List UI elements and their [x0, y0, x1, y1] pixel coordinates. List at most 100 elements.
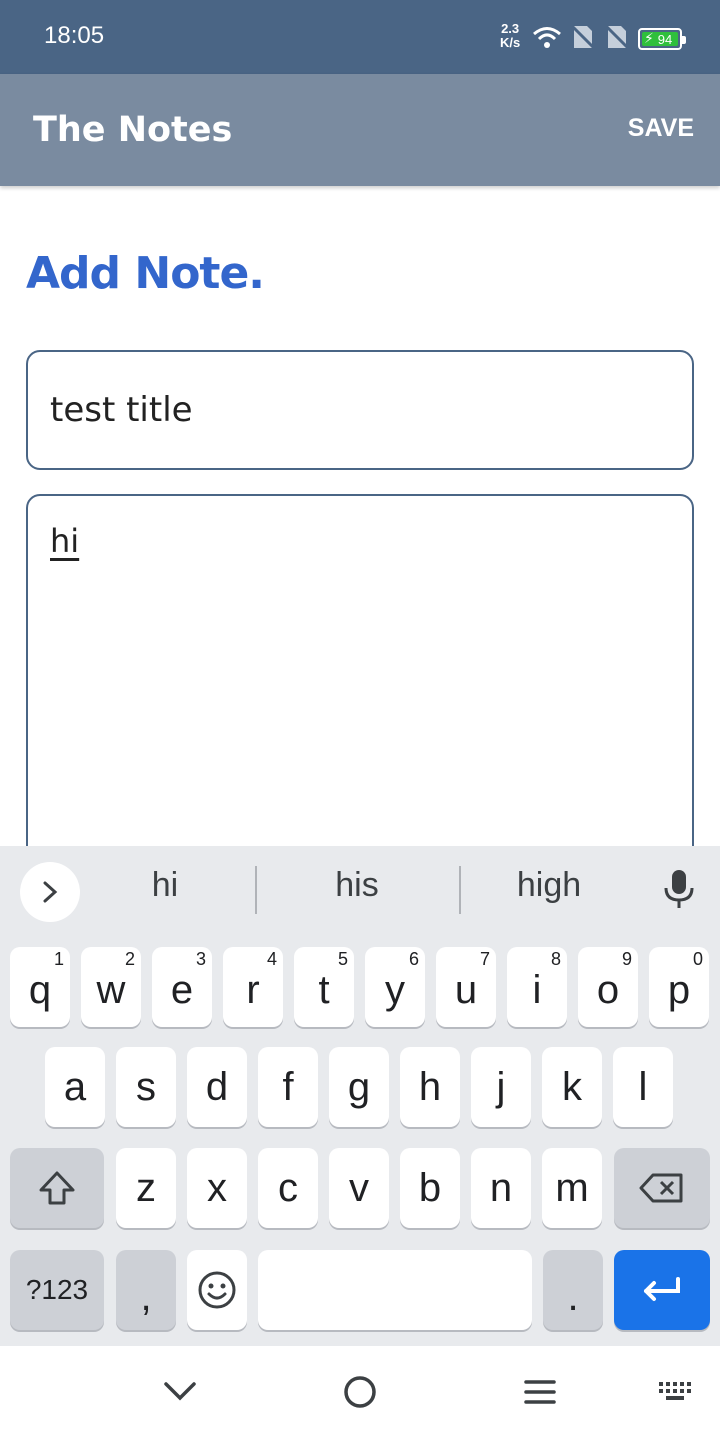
shift-key[interactable] [10, 1148, 104, 1228]
key-y[interactable]: 6y [365, 947, 425, 1027]
key-label: b [418, 1165, 442, 1210]
key-p[interactable]: 0p [649, 947, 709, 1027]
no-sim-icon [570, 24, 596, 54]
no-sim-icon [604, 24, 630, 54]
symbols-key[interactable]: ?123 [10, 1250, 104, 1330]
suggestion-2[interactable]: his [262, 866, 452, 905]
note-title-value: test title [50, 390, 193, 430]
key-label: k [562, 1064, 582, 1109]
key-label: s [136, 1064, 156, 1109]
suggestion-1[interactable]: hi [70, 866, 260, 905]
key-label: e [170, 967, 194, 1012]
key-label: l [638, 1064, 648, 1109]
key-l[interactable]: l [613, 1047, 673, 1127]
key-f[interactable]: f [258, 1047, 318, 1127]
key-a[interactable]: a [45, 1047, 105, 1127]
key-v[interactable]: v [329, 1148, 389, 1228]
key-label: f [282, 1064, 294, 1109]
battery-level: 94 [657, 31, 673, 47]
microphone-icon[interactable] [662, 868, 696, 916]
key-c[interactable]: c [258, 1148, 318, 1228]
key-label: w [96, 967, 126, 1012]
key-m[interactable]: m [542, 1148, 602, 1228]
page-title: Add Note. [26, 248, 265, 299]
network-speed: 2.3 K/s [500, 22, 520, 50]
key-n[interactable]: n [471, 1148, 531, 1228]
key-label: v [349, 1165, 369, 1210]
key-label: t [318, 967, 330, 1012]
status-time: 18:05 [44, 22, 105, 49]
key-k[interactable]: k [542, 1047, 602, 1127]
key-h[interactable]: h [400, 1047, 460, 1127]
key-label: r [246, 967, 260, 1012]
key-label: a [63, 1064, 87, 1109]
key-hint: 9 [621, 949, 632, 969]
suggestion-3[interactable]: high [454, 866, 644, 905]
save-button[interactable]: SAVE [628, 114, 694, 143]
key-s[interactable]: s [116, 1047, 176, 1127]
status-bar: 18:05 2.3 K/s ⚡ 94 [0, 0, 720, 74]
key-label: p [667, 967, 691, 1012]
network-speed-value: 2.3 [501, 21, 520, 36]
key-label: m [555, 1165, 589, 1210]
wifi-icon [532, 25, 562, 53]
key-i[interactable]: 8i [507, 947, 567, 1027]
home-circle-icon[interactable] [342, 1374, 378, 1414]
key-x[interactable]: x [187, 1148, 247, 1228]
key-hint: 7 [479, 949, 490, 969]
keyboard-switch-icon[interactable] [658, 1380, 692, 1408]
key-label: z [136, 1165, 156, 1210]
back-chevron-down-icon[interactable] [162, 1374, 198, 1414]
backspace-icon [639, 1173, 683, 1203]
key-z[interactable]: z [116, 1148, 176, 1228]
key-hint: 6 [408, 949, 419, 969]
key-hint: 4 [266, 949, 277, 969]
recents-menu-icon[interactable] [522, 1374, 558, 1414]
key-b[interactable]: b [400, 1148, 460, 1228]
key-r[interactable]: 4r [223, 947, 283, 1027]
key-label: i [532, 967, 542, 1012]
key-label: d [205, 1064, 229, 1109]
key-hint: 0 [692, 949, 703, 969]
key-hint: 8 [550, 949, 561, 969]
note-body-value: hi [50, 522, 80, 560]
key-hint: 3 [195, 949, 206, 969]
key-label: y [385, 967, 405, 1012]
key-d[interactable]: d [187, 1047, 247, 1127]
key-label: q [28, 967, 52, 1012]
key-w[interactable]: 2w [81, 947, 141, 1027]
key-j[interactable]: j [471, 1047, 531, 1127]
emoji-icon [198, 1271, 236, 1309]
key-label: u [454, 967, 478, 1012]
backspace-key[interactable] [614, 1148, 710, 1228]
comma-key[interactable]: , [116, 1250, 176, 1330]
key-g[interactable]: g [329, 1047, 389, 1127]
key-t[interactable]: 5t [294, 947, 354, 1027]
space-key[interactable] [258, 1250, 532, 1330]
key-hint: 5 [337, 949, 348, 969]
battery-icon: ⚡ 94 [638, 28, 686, 50]
key-o[interactable]: 9o [578, 947, 638, 1027]
key-label: h [418, 1064, 442, 1109]
key-q[interactable]: 1q [10, 947, 70, 1027]
key-label: n [489, 1165, 513, 1210]
key-label: x [207, 1165, 227, 1210]
key-label: c [278, 1165, 298, 1210]
chevron-right-icon [43, 881, 58, 903]
period-key[interactable]: . [543, 1250, 603, 1330]
key-hint: 1 [53, 949, 64, 969]
key-e[interactable]: 3e [152, 947, 212, 1027]
key-label: o [596, 967, 620, 1012]
key-hint: 2 [124, 949, 135, 969]
enter-icon [644, 1277, 680, 1301]
enter-key[interactable] [614, 1250, 710, 1330]
emoji-key[interactable] [187, 1250, 247, 1330]
network-speed-unit: K/s [500, 35, 521, 50]
status-icons: ⚡ 94 [532, 24, 686, 54]
key-label: g [347, 1064, 371, 1109]
soft-keyboard: hi his high ?123 , . 1 q 2 w 3 e 4 r 5 t… [0, 846, 720, 1346]
app-title: The Notes [33, 110, 233, 150]
note-title-input[interactable]: test title [26, 350, 694, 470]
key-u[interactable]: 7u [436, 947, 496, 1027]
app-bar: The Notes SAVE [0, 74, 720, 186]
